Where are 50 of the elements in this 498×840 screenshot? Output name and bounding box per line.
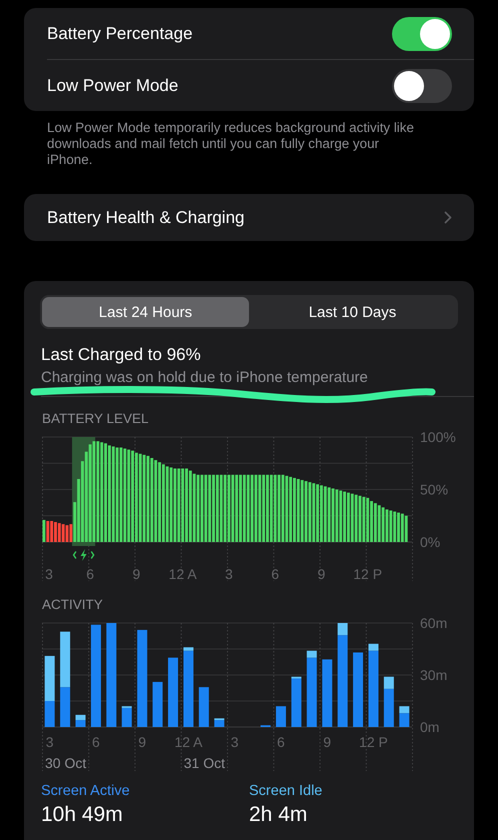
- axis-label: 12 P: [359, 734, 388, 750]
- chart-bar: [152, 682, 163, 727]
- axis-label: 0m: [420, 719, 440, 735]
- axis-label: 50%: [420, 482, 448, 498]
- range-tab[interactable]: Last 24 Hours: [42, 297, 249, 327]
- axis-label: 3: [225, 566, 233, 582]
- date-label: 30 Oct: [45, 755, 86, 771]
- chevron-icon: [444, 211, 452, 224]
- usage-value: 10h 49m: [41, 803, 124, 827]
- axis-label: 100%: [420, 431, 456, 445]
- axis-label: 12 A: [168, 566, 197, 582]
- section-title: ACTIVITY: [42, 597, 104, 613]
- section-title: BATTERY LEVEL: [42, 411, 150, 427]
- usage-value: 2h 4m: [249, 803, 308, 827]
- axis-label: 9: [318, 566, 326, 582]
- axis-label: 3: [45, 566, 53, 582]
- axis-label: 3: [46, 734, 54, 750]
- setting-label: Battery Percentage: [47, 24, 194, 44]
- toggle-switch[interactable]: [392, 16, 452, 50]
- axis-label: 6: [271, 566, 280, 582]
- axis-label: 3: [230, 734, 239, 750]
- charging-icon: [72, 549, 94, 561]
- charging-note: Charging was on hold due to iPhone temperature: [41, 369, 369, 386]
- range-tab[interactable]: Last 10 Days: [249, 297, 456, 327]
- axis-label: 6: [92, 734, 100, 750]
- chart-bar: [198, 687, 209, 727]
- row-label: Battery Health & Charging: [47, 208, 246, 228]
- axis-label: 9: [132, 566, 140, 582]
- usage-label: Screen Active: [41, 783, 131, 800]
- axis-label: 12 A: [174, 734, 202, 750]
- chart-bar: [322, 659, 332, 727]
- axis-label: 6: [277, 734, 285, 750]
- last-charged-title: Last Charged to 96%: [41, 345, 202, 365]
- axis-label: 9: [323, 734, 332, 750]
- chart-bar: [168, 658, 178, 727]
- chart-bar: [60, 632, 70, 688]
- toggle-switch[interactable]: [392, 68, 452, 102]
- axis-label: 30m: [420, 667, 448, 683]
- battery-health-row[interactable]: Battery Health & Charging: [24, 194, 474, 241]
- footer-note: Low Power Mode temporarily reduces background activity like downloads and mail fetch until you can fully charge your iPhone.: [46, 119, 415, 168]
- chart-bar: [60, 687, 70, 727]
- axis-label: 60m: [420, 617, 448, 631]
- setting-label: Low Power Mode: [47, 76, 180, 96]
- axis-label: 0%: [420, 534, 440, 550]
- axis-label: 12 P: [353, 566, 382, 582]
- axis-label: 6: [86, 566, 94, 582]
- chart-bar: [276, 706, 286, 727]
- usage-label: Screen Idle: [249, 783, 324, 800]
- date-label: 31 Oct: [184, 755, 225, 771]
- axis-label: 9: [138, 734, 146, 750]
